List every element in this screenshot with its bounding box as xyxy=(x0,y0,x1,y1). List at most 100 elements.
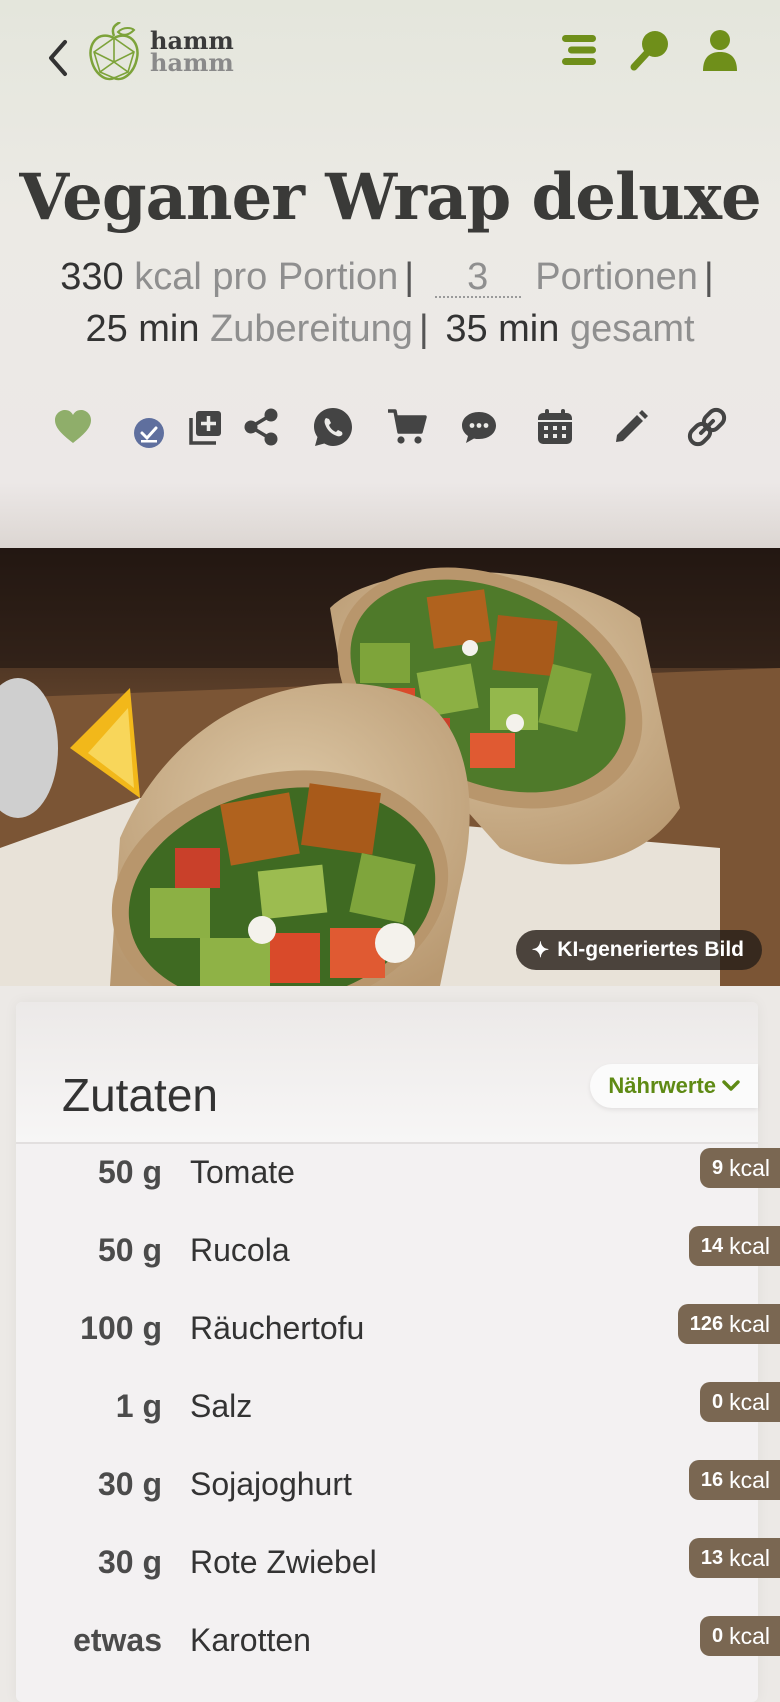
kcal-value: 126 xyxy=(689,1312,724,1335)
kcal-unit: kcal xyxy=(729,1154,770,1181)
copy-link-button[interactable] xyxy=(682,400,732,454)
recipe-photo: ✦ KI-generiertes Bild xyxy=(0,548,780,986)
ingredient-amount: etwas xyxy=(73,1622,162,1658)
mark-done-button[interactable] xyxy=(124,406,174,460)
ingredients-title: Zutaten xyxy=(62,1069,218,1121)
ingredient-row: 1 g Salz 0 kcal xyxy=(0,1382,780,1454)
shopping-cart-button[interactable] xyxy=(382,400,432,454)
menu-button[interactable] xyxy=(558,26,602,74)
kcal-value: 330 xyxy=(60,256,124,298)
add-to-collection-button[interactable] xyxy=(180,400,230,454)
favorite-button[interactable] xyxy=(48,400,98,454)
logo-line-2: hamm xyxy=(150,48,234,77)
kcal-badge: 13 kcal xyxy=(688,1538,780,1578)
search-icon xyxy=(630,31,668,71)
ingredient-amount: 50 g xyxy=(97,1154,162,1190)
ingredient-name[interactable]: Karotten xyxy=(190,1622,311,1659)
kcal-unit: kcal xyxy=(729,1310,770,1337)
kcal-unit: kcal xyxy=(729,1232,770,1259)
logo-text: hamm hamm xyxy=(150,29,234,77)
ingredient-row: 30 g Rote Zwiebel 13 kcal xyxy=(0,1538,780,1610)
ingredient-amount: 1 g xyxy=(115,1388,162,1424)
edit-button[interactable] xyxy=(606,400,656,454)
ingredient-row: 50 g Rucola 14 kcal xyxy=(0,1226,780,1298)
prep-time-value: 25 min xyxy=(85,308,200,350)
ingredient-amount: 30 g xyxy=(97,1544,162,1580)
ingredient-amount: 100 g xyxy=(80,1310,162,1346)
calendar-icon xyxy=(538,409,572,444)
recipe-meta-line-1: 330 kcal pro Portion | 3 Portionen | xyxy=(20,256,760,299)
ingredient-row: 30 g Sojajoghurt 16 kcal xyxy=(0,1460,780,1532)
ingredient-name[interactable]: Räuchertofu xyxy=(190,1310,364,1347)
separator: | xyxy=(703,256,714,298)
kcal-badge: 0 kcal xyxy=(699,1382,780,1422)
ingredient-name[interactable]: Tomate xyxy=(190,1154,295,1191)
separator: | xyxy=(404,256,415,298)
kcal-label: kcal pro Portion xyxy=(134,256,399,298)
back-button[interactable] xyxy=(36,30,80,86)
kcal-value: 0 xyxy=(711,1390,724,1413)
search-button[interactable] xyxy=(628,26,672,74)
whatsapp-button[interactable] xyxy=(308,400,358,454)
heart-icon xyxy=(55,410,91,443)
ingredient-name[interactable]: Salz xyxy=(190,1388,252,1425)
total-time-value: 35 min xyxy=(445,308,560,350)
kcal-badge: 9 kcal xyxy=(699,1148,780,1188)
kcal-value: 16 xyxy=(700,1468,724,1491)
user-icon xyxy=(703,30,737,71)
prep-time-label: Zubereitung xyxy=(210,308,413,350)
kcal-value: 13 xyxy=(700,1546,724,1569)
kcal-value: 14 xyxy=(700,1234,724,1257)
top-icons xyxy=(558,26,742,74)
portions-input[interactable]: 3 xyxy=(434,258,521,298)
recipe-meta-line-2: 25 min Zubereitung | 35 min gesamt xyxy=(20,308,760,351)
comment-icon xyxy=(462,412,496,443)
logo[interactable]: hamm hamm xyxy=(88,22,234,82)
ingredient-amount: 50 g xyxy=(97,1232,162,1268)
wrap-illustration xyxy=(0,548,780,986)
kcal-badge: 0 kcal xyxy=(699,1616,780,1656)
kcal-badge: 16 kcal xyxy=(688,1460,780,1500)
ingredient-row: 100 g Räuchertofu 126 kcal xyxy=(0,1304,780,1376)
ingredient-row: 50 g Tomate 9 kcal xyxy=(0,1148,780,1220)
kcal-value: 0 xyxy=(711,1624,724,1647)
recipe-title: Veganer Wrap deluxe xyxy=(19,160,761,235)
chevron-left-icon xyxy=(49,40,67,76)
ingredient-amount: 30 g xyxy=(97,1466,162,1502)
kcal-value: 9 xyxy=(711,1156,724,1179)
ingredients-header: Zutaten Nährwerte xyxy=(16,1002,758,1144)
ingredient-name[interactable]: Rucola xyxy=(190,1232,290,1269)
pencil-icon xyxy=(616,410,648,442)
add-box-icon xyxy=(189,411,221,445)
share-icon xyxy=(244,408,278,446)
portions-label: Portionen xyxy=(535,256,698,298)
chevron-down-icon xyxy=(722,1080,740,1091)
cart-icon xyxy=(388,409,427,444)
ingredient-name[interactable]: Rote Zwiebel xyxy=(190,1544,377,1581)
separator: | xyxy=(418,308,429,350)
calendar-button[interactable] xyxy=(530,400,580,454)
ingredient-name[interactable]: Sojajoghurt xyxy=(190,1466,352,1503)
link-icon xyxy=(687,407,727,447)
kcal-unit: kcal xyxy=(729,1622,770,1649)
total-time-label: gesamt xyxy=(569,308,695,350)
nutrition-button-label: Nährwerte xyxy=(608,1073,716,1098)
kcal-badge: 14 kcal xyxy=(688,1226,780,1266)
whatsapp-icon xyxy=(314,408,352,446)
kcal-unit: kcal xyxy=(729,1466,770,1493)
kcal-unit: kcal xyxy=(729,1388,770,1415)
share-button[interactable] xyxy=(236,400,286,454)
ingredient-row: etwas Karotten 0 kcal xyxy=(0,1616,780,1688)
nutrition-toggle-button[interactable]: Nährwerte xyxy=(590,1064,758,1108)
menu-icon xyxy=(562,35,596,65)
comments-button[interactable] xyxy=(454,400,504,454)
user-button[interactable] xyxy=(698,26,742,74)
recipe-actions xyxy=(48,400,738,456)
check-circle-icon xyxy=(134,418,164,448)
kcal-badge: 126 kcal xyxy=(677,1304,780,1344)
kcal-unit: kcal xyxy=(729,1544,770,1571)
ai-generated-badge: ✦ KI-generiertes Bild xyxy=(515,930,762,970)
sparkle-icon: ✦ xyxy=(531,938,550,962)
top-bar: hamm hamm xyxy=(0,0,780,110)
ai-badge-label: KI-generiertes Bild xyxy=(557,938,744,961)
